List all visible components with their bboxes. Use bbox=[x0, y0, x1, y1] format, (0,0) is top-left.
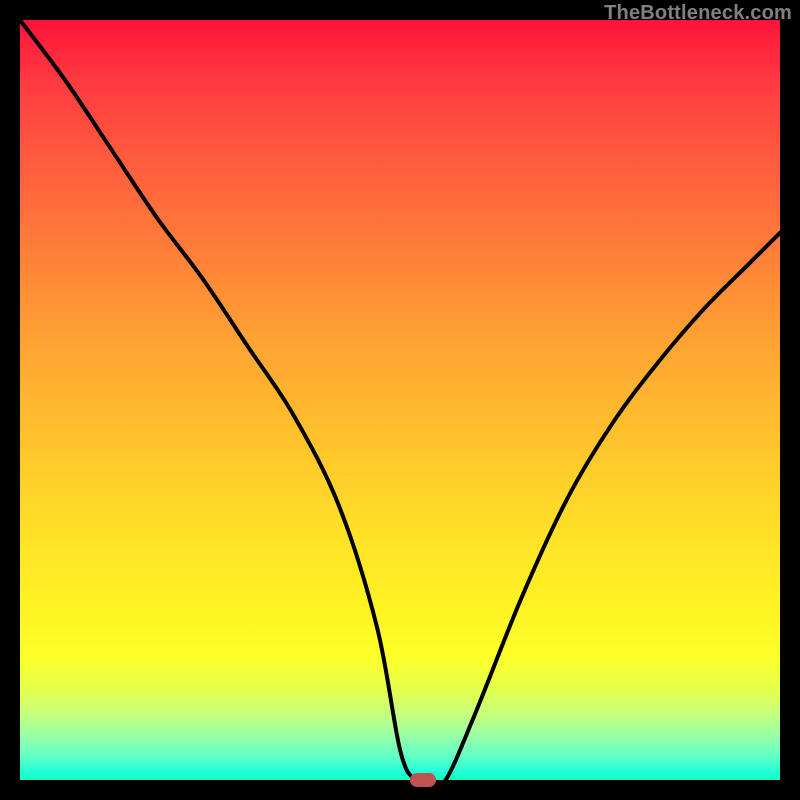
curve-path bbox=[20, 20, 780, 785]
bottleneck-curve bbox=[20, 20, 780, 780]
chart-frame: TheBottleneck.com bbox=[0, 0, 800, 800]
chart-plot-area bbox=[20, 20, 780, 780]
min-marker bbox=[410, 773, 436, 787]
watermark-text: TheBottleneck.com bbox=[604, 2, 792, 25]
